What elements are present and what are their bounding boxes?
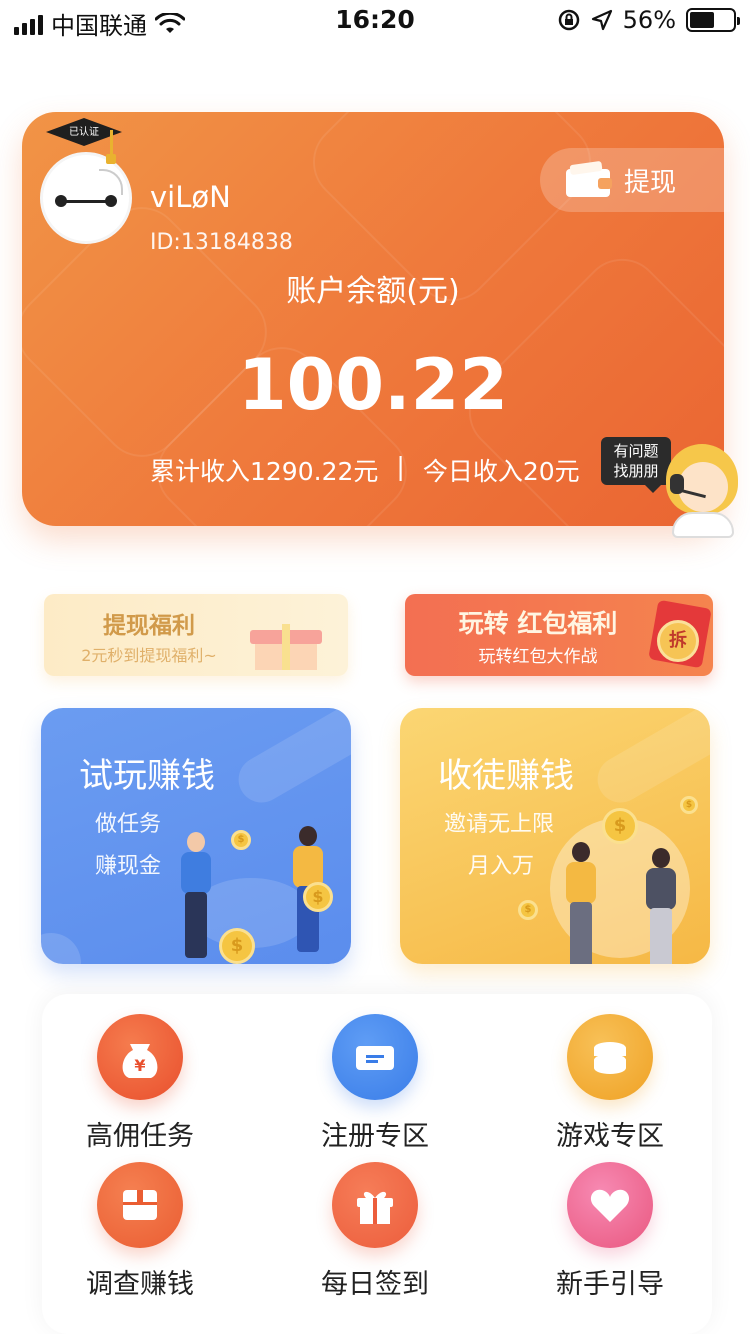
withdraw-label: 提现	[624, 167, 677, 198]
grid-item-label: 新手引导	[556, 1269, 664, 1300]
coin-icon: $	[518, 900, 538, 920]
open-packet-badge: 拆	[657, 620, 699, 662]
banner-title: 提现福利	[103, 613, 195, 639]
grid-item-survey-earn[interactable]: 调查赚钱	[45, 1162, 235, 1301]
feature-line-2: 月入万	[468, 854, 535, 879]
grid-item-label: 注册专区	[321, 1121, 429, 1152]
money-bag-icon: ¥	[97, 1014, 183, 1100]
status-right: 56%	[557, 6, 740, 34]
trial-earn-card[interactable]: 试玩赚钱 做任务 赚现金 $ $ $	[41, 708, 351, 964]
coin-icon: $	[303, 882, 333, 912]
status-bar: 中国联通 16:20 56%	[0, 0, 750, 40]
coin-icon: $	[680, 796, 698, 814]
box-icon	[97, 1162, 183, 1248]
withdraw-bonus-banner[interactable]: 提现福利 2元秒到提现福利~	[44, 594, 348, 676]
withdraw-button[interactable]: 提现	[540, 148, 730, 212]
grid-item-daily-checkin[interactable]: 每日签到	[280, 1162, 470, 1301]
coin-stack-icon	[567, 1014, 653, 1100]
grid-item-label: 每日签到	[321, 1269, 429, 1300]
battery-percent: 56%	[622, 6, 676, 34]
heart-icon	[567, 1162, 653, 1248]
income-summary: 累计收入1290.22元 | 今日收入20元	[150, 452, 580, 488]
grid-item-label: 高佣任务	[86, 1121, 194, 1152]
grid-item-label: 游戏专区	[556, 1121, 664, 1152]
income-separator: |	[396, 452, 405, 481]
coin-icon: $	[602, 808, 638, 844]
total-income: 累计收入1290.22元	[150, 457, 379, 486]
location-arrow-icon	[591, 9, 612, 31]
balance-label: 账户余额(元)	[286, 274, 460, 309]
gift-box-icon	[250, 616, 322, 670]
grid-item-register-zone[interactable]: 注册专区	[280, 1014, 470, 1153]
verified-badge-icon: 已认证	[44, 112, 126, 164]
svg-text:¥: ¥	[134, 1056, 145, 1075]
wallet-icon	[566, 160, 612, 197]
feature-line-2: 赚现金	[95, 854, 162, 879]
grid-item-game-zone[interactable]: 游戏专区	[515, 1014, 705, 1153]
grid-item-high-commission[interactable]: ¥ 高佣任务	[45, 1014, 235, 1153]
verified-badge-label: 已认证	[69, 127, 99, 138]
grid-item-beginner-guide[interactable]: 新手引导	[515, 1162, 705, 1301]
recruit-earn-card[interactable]: 收徒赚钱 邀请无上限 月入万 $ $ $	[400, 708, 710, 964]
rotation-lock-icon	[558, 9, 579, 31]
banner-subtitle: 2元秒到提现福利~	[81, 646, 217, 665]
red-packet-banner[interactable]: 玩转 红包福利 玩转红包大作战 拆	[405, 594, 713, 676]
feature-line-1: 做任务	[95, 812, 162, 837]
feature-title: 收徒赚钱	[438, 756, 574, 796]
today-income: 今日收入20元	[422, 457, 580, 486]
balance-amount: 100.22	[237, 344, 509, 426]
customer-service-avatar-icon[interactable]	[660, 440, 744, 538]
battery-icon	[686, 8, 740, 32]
banner-subtitle: 玩转红包大作战	[478, 647, 598, 667]
feature-line-1: 邀请无上限	[444, 812, 555, 837]
ticket-icon	[332, 1014, 418, 1100]
banner-title: 玩转 红包福利	[458, 609, 618, 638]
grid-item-label: 调查赚钱	[86, 1269, 194, 1300]
feature-title: 试玩赚钱	[79, 756, 215, 796]
coin-icon: $	[231, 830, 251, 850]
user-id: ID:13184838	[150, 230, 293, 255]
avatar[interactable]	[40, 152, 132, 244]
coin-icon: $	[219, 928, 255, 964]
gift-icon	[332, 1162, 418, 1248]
username: viLøN	[150, 180, 231, 214]
service-grid: ¥ 高佣任务 注册专区 游戏专区 调查赚钱 每日签到 新手引导	[42, 994, 712, 1334]
